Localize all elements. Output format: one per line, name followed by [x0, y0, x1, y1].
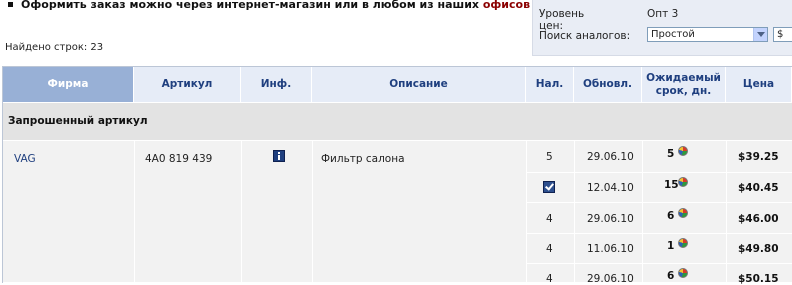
found-rows-count: Найдено строк: 23 [5, 42, 104, 53]
wait-days-cell: 1 [667, 240, 675, 252]
price-cell: $40.45 [738, 182, 779, 194]
stock-cell: 4 [546, 273, 553, 285]
column-header-updated[interactable]: Обновл. [574, 67, 642, 102]
updated-cell: 29.06.10 [587, 151, 634, 163]
pie-chart-icon[interactable] [678, 208, 688, 218]
column-divider [642, 141, 643, 282]
price-cell: $46.00 [738, 213, 779, 225]
row-divider [526, 233, 792, 234]
stock-cell: 4 [546, 213, 553, 225]
wait-days-header-line1: Ожидаемый [646, 71, 721, 84]
column-header-price[interactable]: Цена [726, 67, 792, 102]
wait-days-cell: 6 [667, 210, 675, 222]
order-notice-text: Оформить заказ можно через интернет-мага… [21, 0, 483, 11]
column-header-article[interactable]: Артикул [134, 67, 241, 102]
row-divider [526, 202, 792, 203]
description-cell: Фильтр салона [321, 153, 405, 165]
currency-select-value: $ [777, 29, 784, 40]
price-level-label: Уровень цен: [539, 8, 585, 32]
article-cell: 4A0 819 439 [145, 153, 213, 165]
updated-cell: 12.04.10 [587, 182, 634, 194]
group-title: Запрошенный артикул [8, 115, 148, 127]
offices-link[interactable]: офисов [483, 0, 530, 11]
firm-link[interactable]: VAG [14, 153, 36, 165]
row-divider [526, 263, 792, 264]
column-divider [312, 141, 313, 282]
column-header-info: Инф. [241, 67, 312, 102]
column-divider [574, 141, 575, 282]
column-divider [134, 141, 135, 282]
analog-search-select[interactable]: Простой [647, 27, 768, 42]
analog-search-select-value: Простой [651, 29, 695, 40]
price-cell: $50.15 [738, 273, 779, 285]
currency-select[interactable]: $ [773, 27, 792, 42]
updated-cell: 29.06.10 [587, 213, 634, 225]
group-row-requested: Запрошенный артикул [3, 103, 792, 141]
pie-chart-icon[interactable] [678, 268, 688, 278]
settings-panel: Уровень цен: Опт 3 Поиск аналогов: Прост… [532, 0, 792, 56]
pie-chart-icon[interactable] [678, 146, 688, 156]
price-cell: $39.25 [738, 151, 779, 163]
price-cell: $49.80 [738, 243, 779, 255]
stock-cell: 4 [546, 243, 553, 255]
updated-cell: 29.06.10 [587, 273, 634, 285]
analog-search-label: Поиск аналогов: [539, 30, 631, 42]
wait-days-cell: 15 [664, 179, 679, 191]
column-header-description[interactable]: Описание [312, 67, 526, 102]
pie-chart-icon[interactable] [678, 177, 688, 187]
column-header-stock[interactable]: Нал. [526, 67, 574, 102]
wait-days-header-line2: срок, дн. [655, 84, 712, 97]
column-divider [726, 141, 727, 282]
stock-cell: 5 [546, 151, 553, 163]
column-header-firm[interactable]: Фирма [3, 67, 134, 102]
order-notice: Оформить заказ можно через интернет-мага… [8, 0, 530, 11]
column-header-wait-days[interactable]: Ожидаемый срок, дн. [642, 67, 726, 102]
pie-chart-icon[interactable] [678, 238, 688, 248]
wait-days-cell: 5 [667, 148, 675, 160]
column-divider [241, 141, 242, 282]
chevron-down-icon[interactable] [753, 28, 767, 41]
row-divider [526, 172, 792, 173]
info-icon[interactable] [273, 150, 285, 162]
column-divider [526, 141, 527, 282]
bullet-icon [8, 1, 13, 7]
wait-days-cell: 6 [667, 270, 675, 282]
stock-available-check-icon [543, 181, 555, 193]
updated-cell: 11.06.10 [587, 243, 634, 255]
price-level-value: Опт 3 [647, 8, 679, 20]
